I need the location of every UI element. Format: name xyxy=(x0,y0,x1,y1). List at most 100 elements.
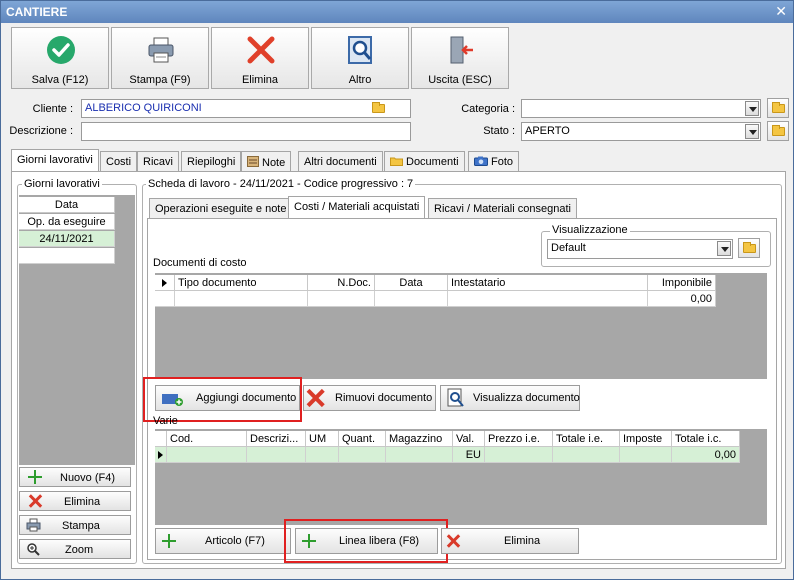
varie-cell[interactable] xyxy=(306,447,339,463)
tab-documenti[interactable]: Documenti xyxy=(384,151,465,172)
rimuovi-label: Rimuovi documento xyxy=(335,392,433,404)
tab-giorni-lavorativi[interactable]: Giorni lavorativi xyxy=(11,149,99,172)
elimina-giorno-button[interactable]: Elimina xyxy=(19,491,131,511)
subtab-operazioni[interactable]: Operazioni eseguite e note xyxy=(149,198,293,219)
varie-cell[interactable] xyxy=(167,447,247,463)
note-icon xyxy=(247,156,259,167)
documenti-cell-imponibile[interactable]: 0,00 xyxy=(648,291,716,307)
highlight-box xyxy=(284,519,448,563)
documenti-cell[interactable] xyxy=(375,291,448,307)
documenti-label: Documenti di costo xyxy=(153,257,247,269)
categoria-label: Categoria : xyxy=(461,103,515,115)
chevron-down-icon[interactable] xyxy=(745,101,759,116)
varie-cell[interactable] xyxy=(485,447,553,463)
zoom-label: Zoom xyxy=(65,544,94,556)
elimina-riga-button[interactable]: Elimina xyxy=(441,528,579,554)
varie-cell[interactable] xyxy=(620,447,672,463)
folder-icon xyxy=(772,125,785,136)
varie-indicator-header xyxy=(155,431,167,447)
varie-col-prezzo: Prezzo i.e. xyxy=(485,431,553,447)
varie-col-quant: Quant. xyxy=(339,431,386,447)
tab-label: Costi xyxy=(106,156,132,168)
other-button[interactable]: Altro xyxy=(311,27,409,89)
varie-col-um: UM xyxy=(306,431,339,447)
tab-label: Ricavi xyxy=(143,156,173,168)
zoom-button[interactable]: Zoom xyxy=(19,539,131,559)
folder-icon xyxy=(772,102,785,113)
exit-label: Uscita (ESC) xyxy=(428,74,492,86)
rimuovi-documento-button[interactable]: Rimuovi documento xyxy=(303,385,436,411)
tab-label: Costi / Materiali acquistati xyxy=(294,201,420,213)
folder-icon[interactable] xyxy=(372,102,385,113)
tab-foto[interactable]: Foto xyxy=(468,151,520,172)
varie-cell[interactable] xyxy=(339,447,386,463)
visualizza-label: Visualizza documento xyxy=(473,392,580,404)
plus-icon xyxy=(28,470,42,484)
tab-label: Ricavi / Materiali consegnati xyxy=(434,203,571,215)
varie-cell-val[interactable]: EU xyxy=(453,447,485,463)
varie-cell[interactable] xyxy=(386,447,453,463)
documenti-row-indicator xyxy=(155,291,175,307)
plus-icon xyxy=(162,534,176,548)
documenti-grid: Tipo documento N.Doc. Data Intestatario … xyxy=(155,273,767,379)
cantiere-window: CANTIERE ✕ Salva (F12) Stampa (F9) Elimi… xyxy=(0,0,794,580)
tab-label: Riepiloghi xyxy=(187,156,236,168)
cliente-field[interactable]: ALBERICO QUIRICONI xyxy=(81,99,411,118)
subtab-costi-materiali[interactable]: Costi / Materiali acquistati xyxy=(288,196,426,219)
tab-ricavi[interactable]: Ricavi xyxy=(137,151,179,172)
varie-cell-totale[interactable]: 0,00 xyxy=(672,447,740,463)
delete-x-icon xyxy=(306,389,325,408)
articolo-button[interactable]: Articolo (F7) xyxy=(155,528,291,554)
varie-grid: Cod. Descrizi... UM Quant. Magazzino Val… xyxy=(155,429,767,525)
giorni-group-title: Giorni lavorativi xyxy=(22,178,102,190)
tab-label: Documenti xyxy=(406,156,459,168)
print-button[interactable]: Stampa (F9) xyxy=(111,27,209,89)
delete-button[interactable]: Elimina xyxy=(211,27,309,89)
save-button[interactable]: Salva (F12) xyxy=(11,27,109,89)
window-title: CANTIERE xyxy=(6,5,68,19)
varie-cell[interactable] xyxy=(553,447,620,463)
documenti-col-intestatario: Intestatario xyxy=(448,275,648,291)
articolo-label: Articolo (F7) xyxy=(205,535,265,547)
tab-altri-documenti[interactable]: Altri documenti xyxy=(298,151,383,172)
visualizza-documento-button[interactable]: Visualizza documento xyxy=(440,385,580,411)
giorni-row-date[interactable]: 24/11/2021 xyxy=(19,231,115,247)
categoria-folder-button[interactable] xyxy=(767,98,789,118)
giorni-column-data: Data xyxy=(19,197,115,213)
elimina-label: Elimina xyxy=(64,496,101,508)
chevron-down-icon[interactable] xyxy=(745,124,759,139)
folder-icon xyxy=(390,157,403,166)
stato-select[interactable]: APERTO xyxy=(521,122,761,141)
check-icon xyxy=(47,36,75,64)
delete-x-icon xyxy=(247,36,275,64)
tab-note[interactable]: Note xyxy=(241,151,292,172)
categoria-select[interactable] xyxy=(521,99,761,118)
close-icon[interactable]: ✕ xyxy=(775,3,787,20)
print-label: Stampa (F9) xyxy=(129,74,191,86)
nuovo-button[interactable]: Nuovo (F4) xyxy=(19,467,131,487)
exit-button[interactable]: Uscita (ESC) xyxy=(411,27,509,89)
delete-x-icon xyxy=(28,494,42,508)
tab-costi[interactable]: Costi xyxy=(100,151,138,172)
scheda-title: Scheda di lavoro - 24/11/2021 - Codice p… xyxy=(146,178,416,190)
delete-label: Elimina xyxy=(241,74,279,86)
nuovo-label: Nuovo (F4) xyxy=(60,472,116,484)
stampa-giorno-button[interactable]: Stampa xyxy=(19,515,131,535)
giorni-grid: Data Op. da eseguire 24/11/2021 xyxy=(19,195,135,465)
stato-folder-button[interactable] xyxy=(767,121,789,141)
documenti-cell[interactable] xyxy=(175,291,308,307)
stato-label: Stato : xyxy=(483,125,515,137)
visualizzazione-select[interactable]: Default xyxy=(547,239,733,259)
giorni-row-op[interactable]: Op. da eseguire xyxy=(19,214,115,230)
tab-riepiloghi[interactable]: Riepiloghi xyxy=(181,151,242,172)
varie-col-magazzino: Magazzino xyxy=(386,431,453,447)
tab-label: Foto xyxy=(491,156,514,168)
stato-value: APERTO xyxy=(525,125,570,137)
documenti-cell[interactable] xyxy=(448,291,648,307)
chevron-down-icon[interactable] xyxy=(717,241,731,256)
descrizione-field[interactable] xyxy=(81,122,411,141)
subtab-ricavi-materiali[interactable]: Ricavi / Materiali consegnati xyxy=(428,198,577,219)
documenti-cell[interactable] xyxy=(308,291,375,307)
visualizzazione-folder-button[interactable] xyxy=(738,238,760,258)
varie-cell[interactable] xyxy=(247,447,306,463)
